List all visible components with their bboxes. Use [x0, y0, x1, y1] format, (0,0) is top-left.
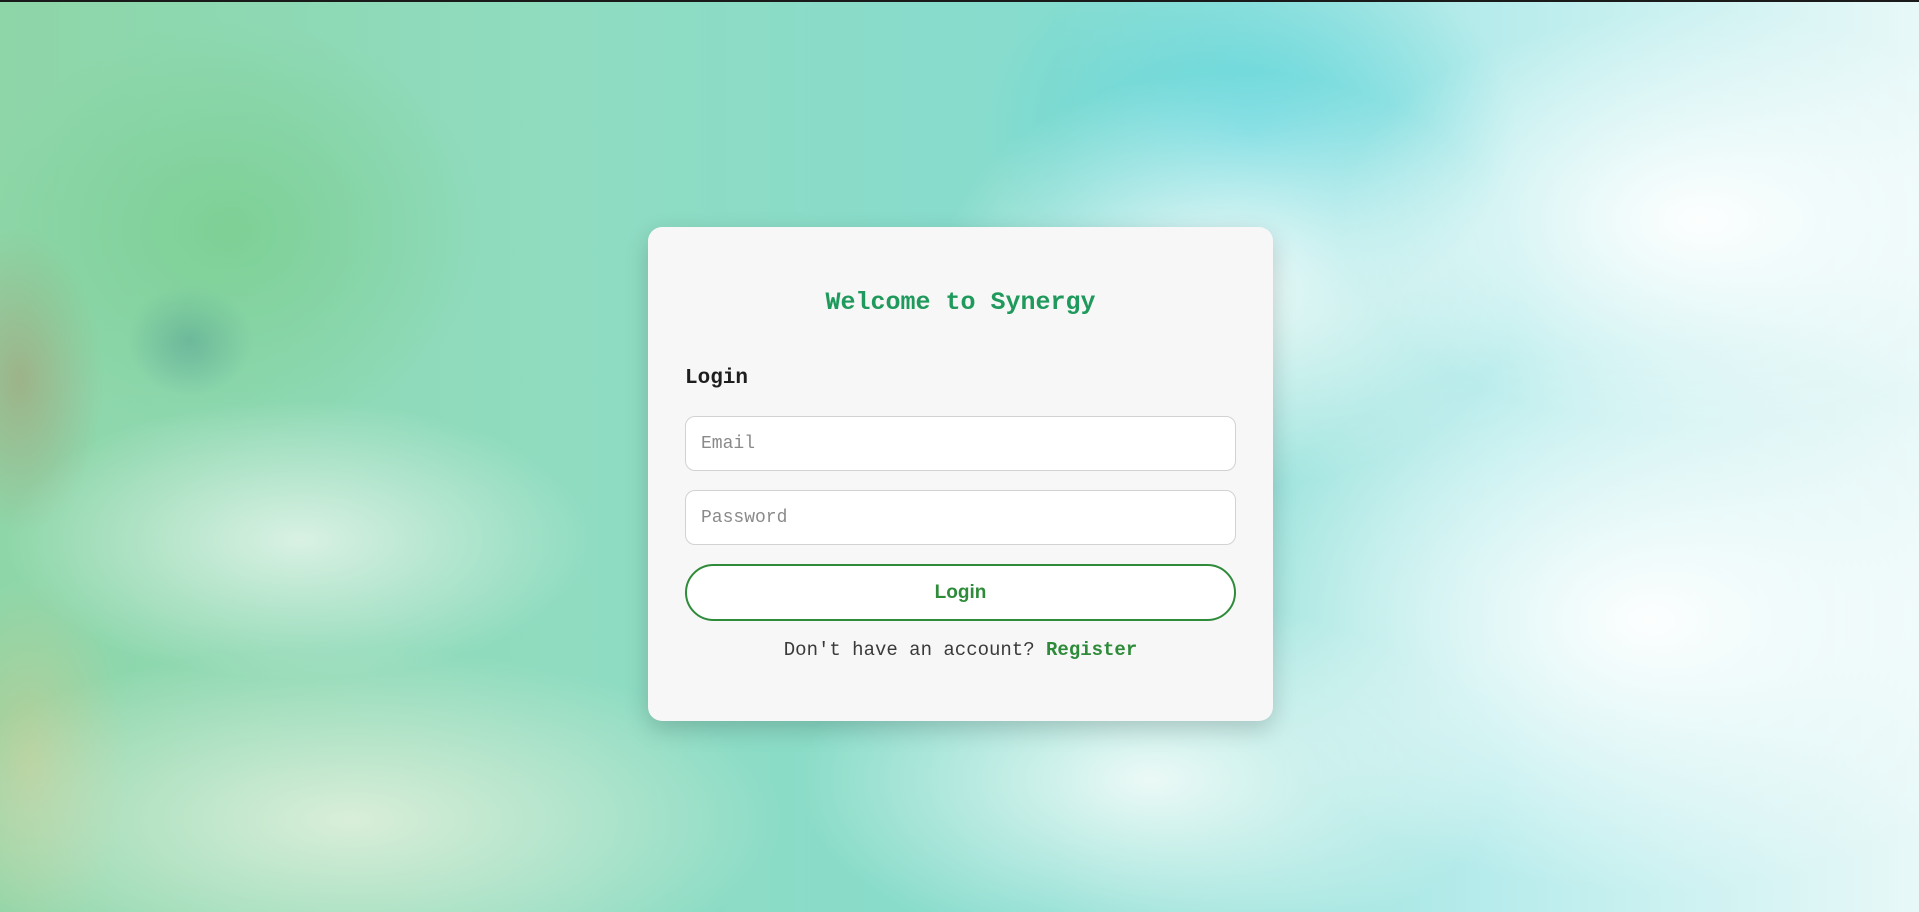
login-button[interactable]: Login	[685, 564, 1236, 621]
welcome-title: Welcome to Synergy	[825, 288, 1096, 317]
register-link[interactable]: Register	[1046, 639, 1137, 661]
password-input[interactable]	[685, 490, 1236, 545]
email-input[interactable]	[685, 416, 1236, 471]
window-top-border	[0, 0, 1919, 2]
login-card: Welcome to Synergy Login Login Don't hav…	[648, 227, 1273, 721]
register-prompt-row: Don't have an account? Register	[648, 639, 1273, 661]
register-prompt-text: Don't have an account?	[783, 639, 1035, 661]
login-heading: Login	[685, 367, 749, 390]
